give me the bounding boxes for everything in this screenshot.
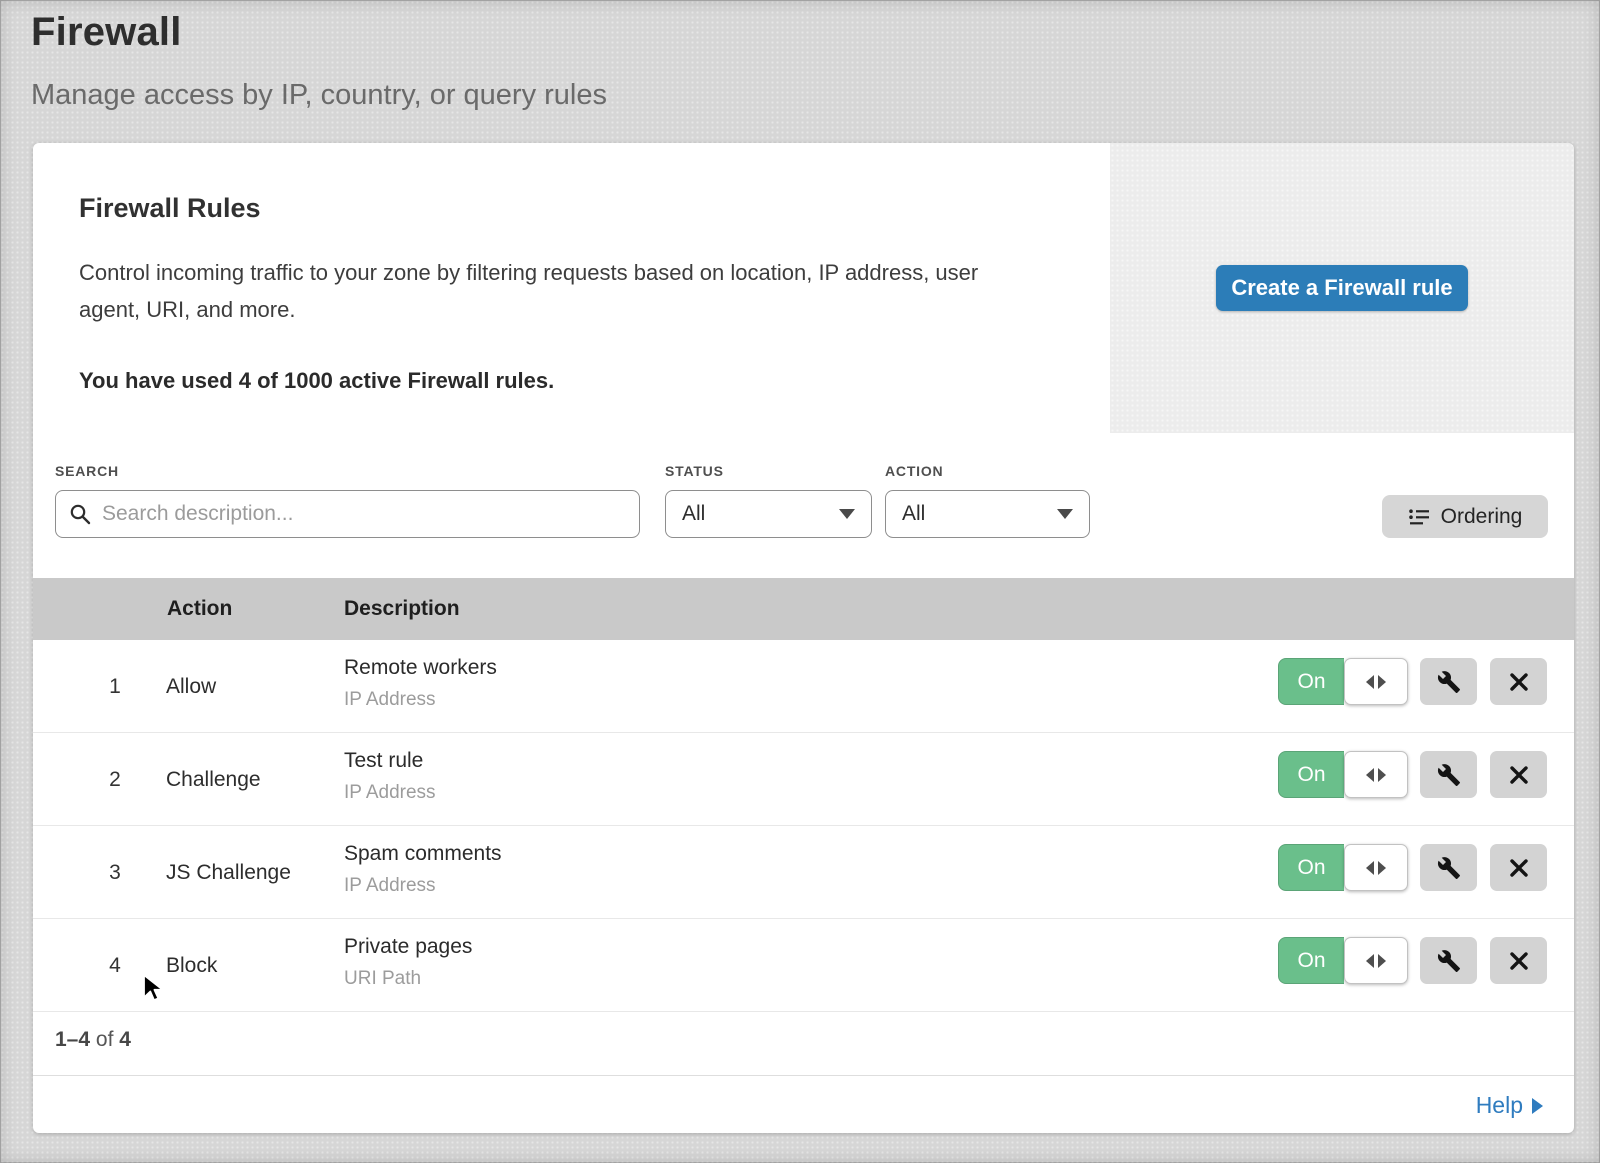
x-icon [1508, 764, 1530, 786]
usage-note: You have used 4 of 1000 active Firewall … [79, 368, 1059, 394]
edit-rule-button[interactable] [1420, 844, 1477, 891]
rules-table-body: 1 Allow Remote workers IP Address On 2 C… [33, 640, 1574, 1012]
wrench-icon [1437, 763, 1461, 787]
edit-rule-button[interactable] [1420, 937, 1477, 984]
rule-priority: 4 [93, 919, 137, 1012]
pagination-separator: of [96, 1028, 114, 1051]
rule-description-cell: Private pages URI Path [344, 935, 472, 990]
x-icon [1508, 950, 1530, 972]
wrench-icon [1437, 949, 1461, 973]
page-subtitle: Manage access by IP, country, or query r… [31, 79, 607, 112]
page-header: Firewall Manage access by IP, country, o… [31, 10, 607, 112]
ordered-list-icon [1408, 507, 1430, 527]
pagination-range: 1–4 [55, 1028, 90, 1051]
x-icon [1508, 671, 1530, 693]
footer-divider [33, 1075, 1574, 1076]
rule-description: Spam comments [344, 842, 502, 866]
table-row: 3 JS Challenge Spam comments IP Address … [33, 826, 1574, 919]
rule-enabled-toggle[interactable]: On [1278, 751, 1408, 798]
delete-rule-button[interactable] [1490, 844, 1547, 891]
toggle-on-segment: On [1278, 751, 1344, 798]
status-select[interactable]: All [665, 490, 872, 538]
page-background: { "page": { "title": "Firewall", "subtit… [0, 0, 1600, 1163]
filter-bar: SEARCH STATUS All ACTION All Ordering [33, 433, 1574, 578]
rule-enabled-toggle[interactable]: On [1278, 937, 1408, 984]
rule-enabled-toggle[interactable]: On [1278, 658, 1408, 705]
rule-priority: 1 [93, 640, 137, 733]
rule-match-type: URI Path [344, 968, 472, 990]
action-label: ACTION [885, 463, 943, 479]
wrench-icon [1437, 670, 1461, 694]
left-right-arrows-icon [1344, 844, 1408, 891]
rule-description-cell: Spam comments IP Address [344, 842, 502, 897]
table-row: 4 Block Private pages URI Path On [33, 919, 1574, 1012]
left-right-arrows-icon [1344, 751, 1408, 798]
chevron-down-icon [1057, 509, 1073, 519]
status-selected-value: All [682, 502, 705, 526]
page-title: Firewall [31, 10, 607, 55]
rule-description: Remote workers [344, 656, 497, 680]
edit-rule-button[interactable] [1420, 751, 1477, 798]
rule-action: Challenge [166, 733, 261, 826]
create-rule-panel: Create a Firewall rule [1110, 143, 1574, 433]
left-right-arrows-icon [1344, 937, 1408, 984]
ordering-button[interactable]: Ordering [1382, 495, 1548, 538]
overview-section: Firewall Rules Control incoming traffic … [79, 193, 1059, 394]
pagination-total: 4 [119, 1028, 131, 1051]
toggle-on-segment: On [1278, 658, 1344, 705]
wrench-icon [1437, 856, 1461, 880]
rule-match-type: IP Address [344, 875, 502, 897]
status-label: STATUS [665, 463, 724, 479]
search-input[interactable] [55, 490, 640, 538]
create-firewall-rule-button[interactable]: Create a Firewall rule [1216, 265, 1468, 311]
x-icon [1508, 857, 1530, 879]
rule-description: Test rule [344, 749, 436, 773]
magnifier-icon [69, 503, 91, 525]
toggle-on-segment: On [1278, 844, 1344, 891]
rule-action: JS Challenge [166, 826, 291, 919]
rule-action: Allow [166, 640, 216, 733]
delete-rule-button[interactable] [1490, 658, 1547, 705]
rule-description-cell: Remote workers IP Address [344, 656, 497, 711]
action-select[interactable]: All [885, 490, 1090, 538]
rule-priority: 3 [93, 826, 137, 919]
delete-rule-button[interactable] [1490, 937, 1547, 984]
toggle-on-segment: On [1278, 937, 1344, 984]
arrow-right-icon [1532, 1098, 1543, 1114]
table-header: Action Description [33, 578, 1574, 640]
rule-priority: 2 [93, 733, 137, 826]
rule-description: Private pages [344, 935, 472, 959]
help-link[interactable]: Help [1476, 1092, 1543, 1119]
firewall-rules-card: Create a Firewall rule Firewall Rules Co… [33, 143, 1574, 1133]
rule-match-type: IP Address [344, 782, 436, 804]
help-label: Help [1476, 1092, 1523, 1119]
section-description: Control incoming traffic to your zone by… [79, 254, 1029, 328]
column-header-action: Action [167, 578, 232, 640]
delete-rule-button[interactable] [1490, 751, 1547, 798]
ordering-label: Ordering [1441, 505, 1523, 529]
action-selected-value: All [902, 502, 925, 526]
column-header-description: Description [344, 578, 460, 640]
chevron-down-icon [839, 509, 855, 519]
rule-match-type: IP Address [344, 689, 497, 711]
left-right-arrows-icon [1344, 658, 1408, 705]
rule-description-cell: Test rule IP Address [344, 749, 436, 804]
table-row: 1 Allow Remote workers IP Address On [33, 640, 1574, 733]
rule-action: Block [166, 919, 217, 1012]
edit-rule-button[interactable] [1420, 658, 1477, 705]
rule-enabled-toggle[interactable]: On [1278, 844, 1408, 891]
section-heading: Firewall Rules [79, 193, 1059, 224]
pagination-summary: 1–4 of 4 [55, 1028, 131, 1052]
search-label: SEARCH [55, 463, 119, 479]
table-row: 2 Challenge Test rule IP Address On [33, 733, 1574, 826]
